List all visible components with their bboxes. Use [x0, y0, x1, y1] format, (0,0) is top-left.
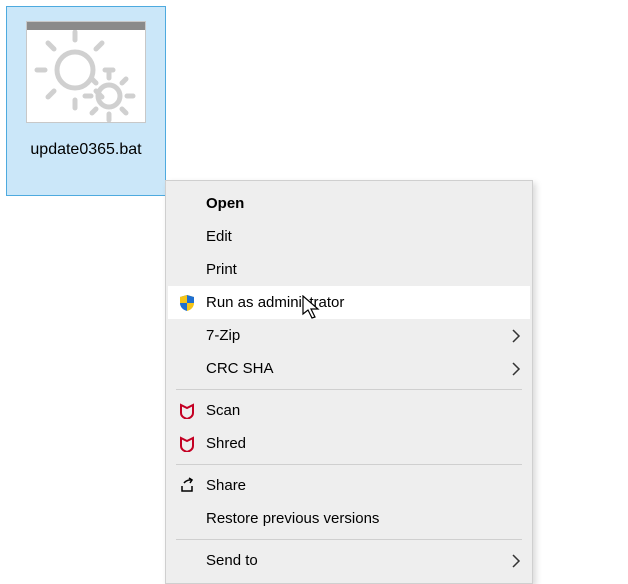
menu-restore-previous-versions[interactable]: Restore previous versions — [168, 502, 530, 535]
file-name-label: update0365.bat — [30, 141, 141, 159]
chevron-right-icon — [502, 554, 530, 568]
menu-crc-sha[interactable]: CRC SHA — [168, 352, 530, 385]
menu-shred[interactable]: Shred — [168, 427, 530, 460]
chevron-right-icon — [502, 362, 530, 376]
menu-7zip[interactable]: 7-Zip — [168, 319, 530, 352]
menu-print[interactable]: Print — [168, 253, 530, 286]
menu-send-to[interactable]: Send to — [168, 544, 530, 577]
menu-separator — [176, 389, 522, 390]
menu-separator — [176, 539, 522, 540]
mcafee-icon — [168, 403, 206, 419]
gears-icon — [27, 22, 145, 122]
menu-edit[interactable]: Edit — [168, 220, 530, 253]
menu-scan[interactable]: Scan — [168, 394, 530, 427]
menu-share[interactable]: Share — [168, 469, 530, 502]
menu-separator — [176, 464, 522, 465]
shield-icon — [168, 294, 206, 312]
context-menu: Open Edit Print Run as administrator 7-Z… — [165, 180, 533, 584]
menu-open[interactable]: Open — [168, 187, 530, 220]
file-item[interactable]: update0365.bat — [6, 6, 166, 196]
menu-run-as-administrator[interactable]: Run as administrator — [168, 286, 530, 319]
chevron-right-icon — [502, 329, 530, 343]
share-icon — [168, 477, 206, 495]
bat-file-icon — [26, 21, 146, 123]
mcafee-icon — [168, 436, 206, 452]
